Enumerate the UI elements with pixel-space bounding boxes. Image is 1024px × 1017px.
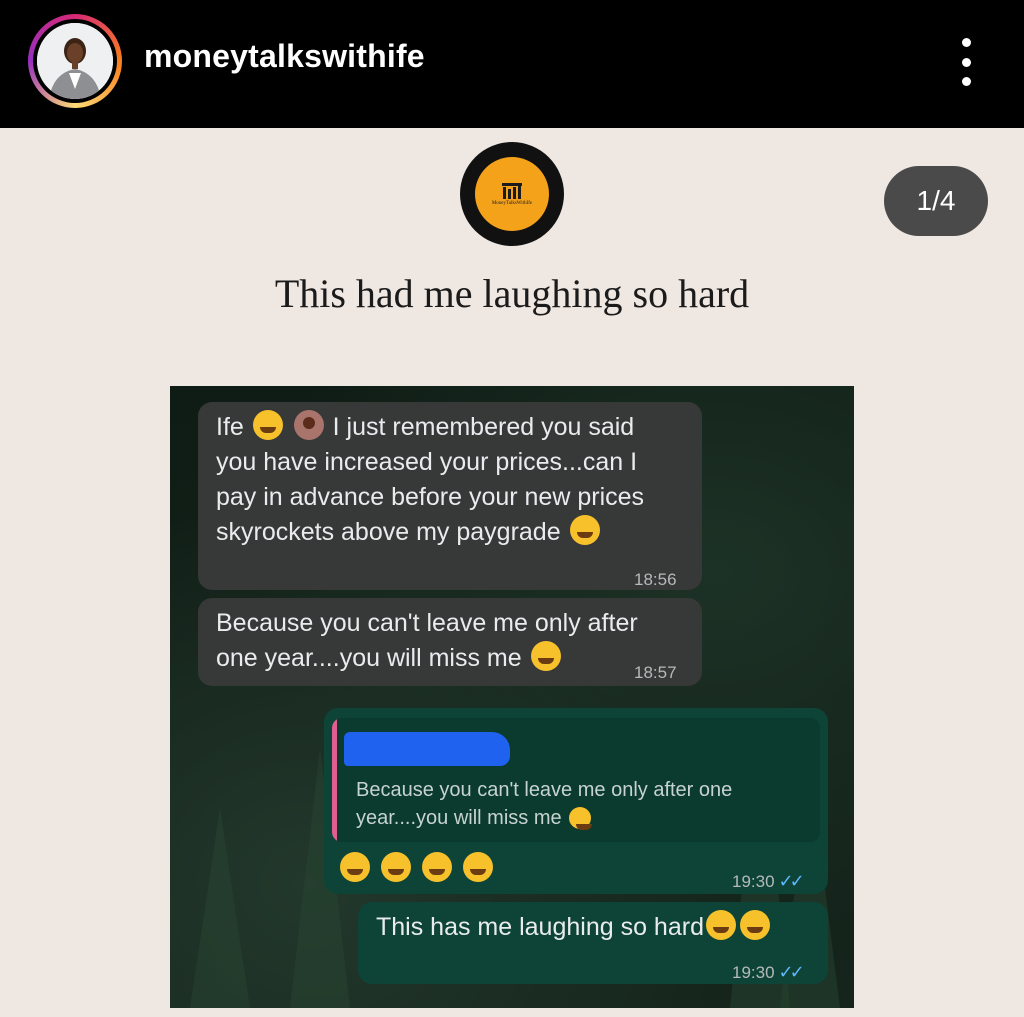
brand-logo-core: MoneyTalksWithIfe [475,157,549,231]
incoming-message[interactable]: Ife I just remembered you said you have … [198,402,702,590]
outgoing-message[interactable]: This has me laughing so hard 19:30 ✓✓ [358,902,828,984]
incoming-message[interactable]: Because you can't leave me only after on… [198,598,702,686]
quoted-line: Because you can't leave me only after on… [356,779,733,801]
redacted-sender-name [344,732,510,766]
brand-logo-text: MoneyTalksWithIfe [491,201,533,206]
profile-photo-icon [37,23,113,99]
message-time: 18:57 [634,663,677,682]
rofl-emoji-icon [340,852,370,882]
quoted-line-text: year....you will miss me [356,807,562,829]
message-line: one year....you will miss me [216,641,686,676]
rofl-emoji-icon [569,807,593,830]
dot-icon [961,77,971,86]
rofl-emoji-icon [380,852,411,882]
rofl-emoji-icon [530,641,561,671]
quoted-message[interactable]: Because you can't leave me only after on… [332,718,820,842]
avatar[interactable] [37,23,113,99]
message-meta: 19:30 ✓✓ [732,864,805,899]
avatar-border [33,19,117,103]
joy-emoji-icon [739,910,770,940]
rofl-emoji-icon [462,852,493,882]
message-line-text: skyrockets above my paygrade [216,518,561,546]
face-with-hand-over-mouth-emoji-icon [252,410,283,440]
message-line: pay in advance before your new prices [216,483,645,511]
outgoing-reply-message[interactable]: Because you can't leave me only after on… [324,708,828,894]
joy-emoji-icon [705,910,736,940]
quoted-text: Because you can't leave me only after on… [356,776,796,832]
quoted-line: year....you will miss me [356,804,796,832]
message-line-text: one year....you will miss me [216,644,522,672]
message-line-text: Ife [216,413,244,441]
message-meta: 19:30 ✓✓ [732,955,805,990]
message-line: you have increased your prices...can I [216,448,638,476]
message-text: This has me laughing so hard [376,910,772,945]
story-ring[interactable] [28,14,122,108]
rofl-emoji-icon [421,852,452,882]
emoji-row [338,852,495,887]
message-time: 18:56 [634,570,677,589]
chat-screenshot: Ife I just remembered you said you have … [170,386,854,1008]
more-options-button[interactable] [948,38,984,86]
username[interactable]: moneytalkswithife [144,38,425,75]
brand-logo: MoneyTalksWithIfe [460,142,564,246]
zany-face-emoji-icon [569,515,600,545]
message-line: skyrockets above my paygrade [216,515,696,550]
message-line: Ife I just remembered you said [216,410,696,445]
dot-icon [961,57,971,67]
message-line: Because you can't leave me only after [216,609,638,637]
message-text: Because you can't leave me only after on… [216,606,686,676]
post-headline: This had me laughing so hard [274,271,750,316]
message-text: Ife I just remembered you said you have … [216,410,696,550]
read-receipt-icon: ✓✓ [778,871,805,891]
read-receipt-icon: ✓✓ [778,962,805,982]
quote-accent-bar [332,718,337,842]
carousel-counter: 1/4 [884,166,988,236]
message-time: 19:30 [732,963,775,982]
bar-chart-icon [502,183,522,199]
dot-icon [961,38,971,47]
message-time: 19:30 [732,872,775,891]
message-line-text: This has me laughing so hard [376,913,704,941]
woman-gesturing-emoji-icon [293,410,324,440]
profile-header: moneytalkswithife [0,0,1024,128]
message-line-text: I just remembered you said [332,413,635,441]
tree-decoration [190,808,250,1008]
